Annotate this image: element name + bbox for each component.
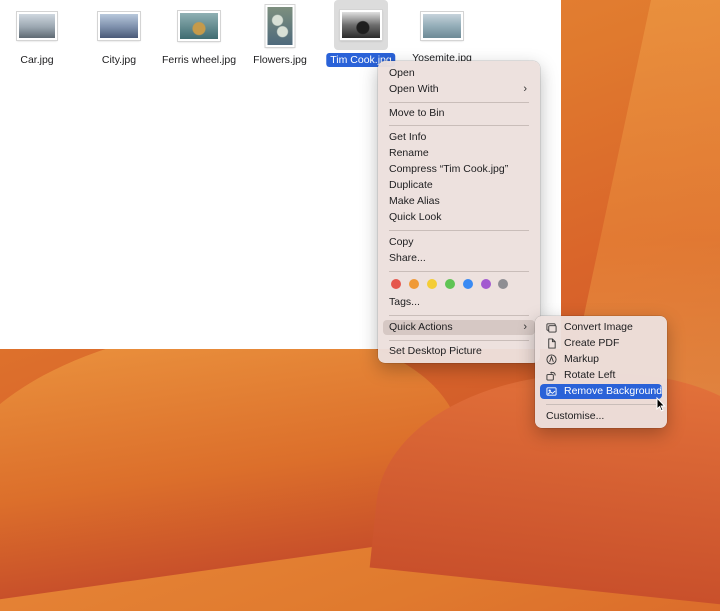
chevron-right-icon: › <box>523 83 527 95</box>
menu-item-set-desktop-picture[interactable]: Set Desktop Picture <box>383 344 535 359</box>
menu-separator <box>389 125 529 126</box>
image-thumbnail <box>421 12 463 40</box>
menu-separator <box>389 271 529 272</box>
menu-item-duplicate[interactable]: Duplicate <box>383 178 535 193</box>
document-icon <box>548 338 556 349</box>
image-thumbnail <box>17 12 57 40</box>
menu-item-label: Rotate Left <box>564 369 616 381</box>
menu-separator <box>389 315 529 316</box>
menu-item-open-with[interactable]: Open With › <box>383 82 535 97</box>
image-thumbnail <box>178 11 220 41</box>
menu-item-get-info[interactable]: Get Info <box>383 130 535 145</box>
remove-background-icon <box>546 387 557 396</box>
menu-item-copy[interactable]: Copy <box>383 235 535 250</box>
menu-separator <box>389 102 529 103</box>
chevron-right-icon: › <box>523 321 527 333</box>
menu-item-create-pdf[interactable]: Create PDF <box>540 336 662 351</box>
menu-item-make-alias[interactable]: Make Alias <box>383 194 535 209</box>
tag-color-purple[interactable] <box>481 279 491 289</box>
menu-item-customise[interactable]: Customise... <box>540 409 662 424</box>
tag-color-grey[interactable] <box>498 279 508 289</box>
menu-item-rotate-left[interactable]: Rotate Left <box>540 368 662 383</box>
menu-item-remove-background[interactable]: Remove Background <box>540 384 662 399</box>
menu-separator <box>546 404 656 405</box>
tag-color-blue[interactable] <box>463 279 473 289</box>
markup-pen-icon <box>546 354 557 365</box>
file-name: Flowers.jpg <box>253 54 307 66</box>
file-name: City.jpg <box>101 54 137 66</box>
file-name: Ferris wheel.jpg <box>161 54 237 66</box>
rotate-left-icon <box>546 371 556 381</box>
menu-item-label: Quick Actions <box>389 321 453 333</box>
tag-color-red[interactable] <box>391 279 401 289</box>
menu-item-label: Open With <box>389 83 439 95</box>
image-thumbnail <box>340 10 382 40</box>
tag-color-orange[interactable] <box>409 279 419 289</box>
menu-item-compress[interactable]: Compress “Tim Cook.jpg” <box>383 162 535 177</box>
menu-item-convert-image[interactable]: Convert Image <box>540 320 662 335</box>
mouse-pointer-icon <box>656 397 666 412</box>
tag-color-green[interactable] <box>445 279 455 289</box>
file-name: Car.jpg <box>20 54 54 66</box>
menu-item-open[interactable]: Open <box>383 66 535 81</box>
image-thumbnail <box>265 5 295 47</box>
menu-item-share[interactable]: Share... <box>383 251 535 266</box>
convert-image-icon <box>546 323 557 333</box>
menu-item-quick-actions[interactable]: Quick Actions › <box>383 320 535 335</box>
menu-item-label: Remove Background <box>564 385 663 397</box>
quick-actions-submenu: Convert Image Create PDF Markup Rotate L… <box>535 316 667 428</box>
menu-separator <box>389 230 529 231</box>
menu-item-quick-look[interactable]: Quick Look <box>383 210 535 225</box>
tag-color-yellow[interactable] <box>427 279 437 289</box>
menu-item-markup[interactable]: Markup <box>540 352 662 367</box>
menu-item-label: Create PDF <box>564 337 620 349</box>
image-thumbnail <box>98 12 140 40</box>
menu-item-move-to-bin[interactable]: Move to Bin <box>383 106 535 121</box>
menu-item-label: Convert Image <box>564 321 633 333</box>
menu-item-rename[interactable]: Rename <box>383 146 535 161</box>
menu-item-tags[interactable]: Tags... <box>383 295 535 310</box>
menu-separator <box>389 340 529 341</box>
menu-item-label: Markup <box>564 353 600 365</box>
context-menu: Open Open With › Move to Bin Get Info Re… <box>378 61 540 363</box>
